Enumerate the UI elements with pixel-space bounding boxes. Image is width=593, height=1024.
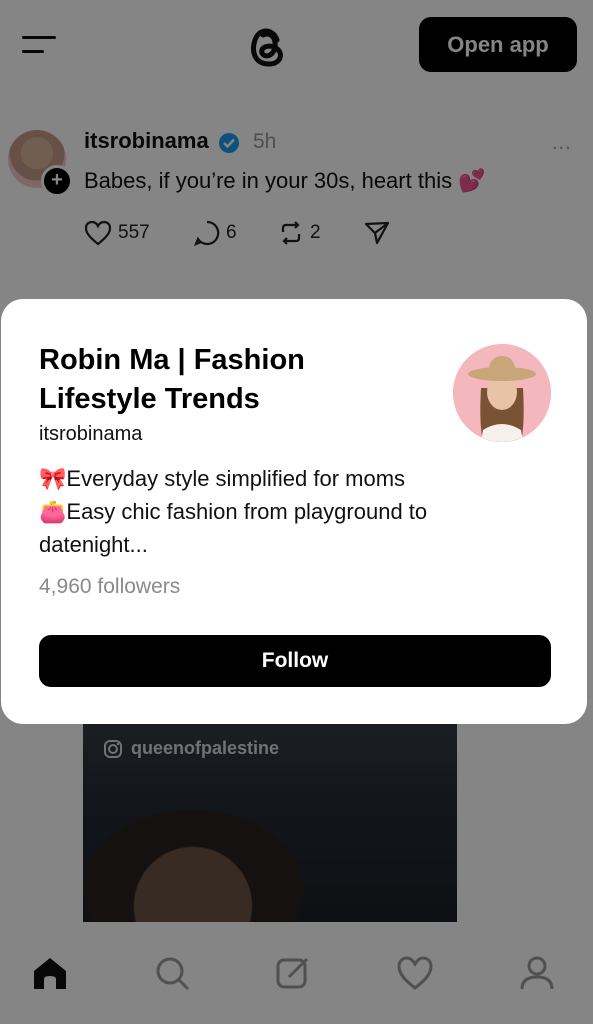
profile-photo <box>453 344 551 442</box>
profile-name: Robin Ma | Fashion Lifestyle Trends <box>39 344 305 415</box>
bio-line: datenight... <box>39 532 148 557</box>
follower-count[interactable]: 4,960 followers <box>39 575 180 599</box>
profile-handle: itsrobinama <box>39 423 143 445</box>
profile-card: Robin Ma | Fashion Lifestyle Trends itsr… <box>1 299 587 724</box>
bio-line: 👛Easy chic fashion from playground to <box>39 499 428 524</box>
follow-button[interactable]: Follow <box>39 635 551 687</box>
profile-avatar <box>453 344 551 442</box>
bio-line: 🎀Everyday style simplified for moms <box>39 466 406 491</box>
profile-bio: 🎀Everyday style simplified for moms 👛Eas… <box>39 462 539 561</box>
